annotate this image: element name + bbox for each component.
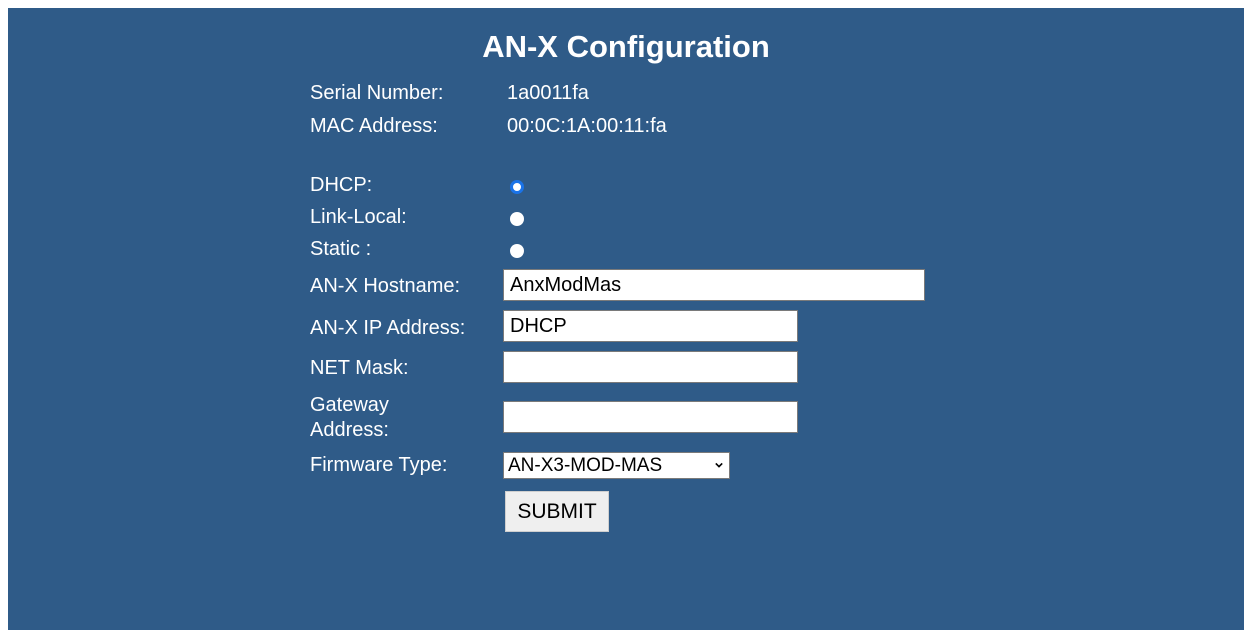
gateway-label-line2: Address:: [310, 419, 389, 441]
gateway-label-line1: Gateway: [310, 394, 389, 416]
netmask-input[interactable]: [503, 351, 798, 383]
firmware-type-selected: AN-X3-MOD-MAS: [508, 455, 663, 476]
netmask-label: NET Mask:: [310, 357, 409, 379]
firmware-type-select[interactable]: AN-X3-MOD-MAS: [503, 452, 730, 479]
link-local-label: Link-Local:: [310, 206, 407, 228]
page-title: AN-X Configuration: [482, 29, 770, 64]
static-label: Static :: [310, 238, 372, 260]
static-radio[interactable]: [510, 244, 524, 258]
serial-number-label: Serial Number:: [310, 82, 444, 104]
hostname-label: AN-X Hostname:: [310, 275, 461, 297]
submit-button[interactable]: SUBMIT: [505, 491, 609, 532]
serial-number-value: 1a0011fa: [507, 82, 589, 104]
chevron-down-icon: [715, 462, 723, 468]
dhcp-radio[interactable]: [510, 180, 524, 194]
ip-address-input[interactable]: [503, 310, 798, 342]
mac-address-label: MAC Address:: [310, 115, 438, 137]
config-panel: AN-X Configuration Serial Number: 1a0011…: [8, 8, 1244, 630]
gateway-input[interactable]: [503, 401, 798, 433]
dhcp-label: DHCP:: [310, 174, 373, 196]
ip-address-label: AN-X IP Address:: [310, 317, 466, 339]
mac-address-value: 00:0C:1A:00:11:fa: [507, 115, 667, 137]
hostname-input[interactable]: [503, 269, 925, 301]
link-local-radio[interactable]: [510, 212, 524, 226]
firmware-type-label: Firmware Type:: [310, 454, 448, 476]
